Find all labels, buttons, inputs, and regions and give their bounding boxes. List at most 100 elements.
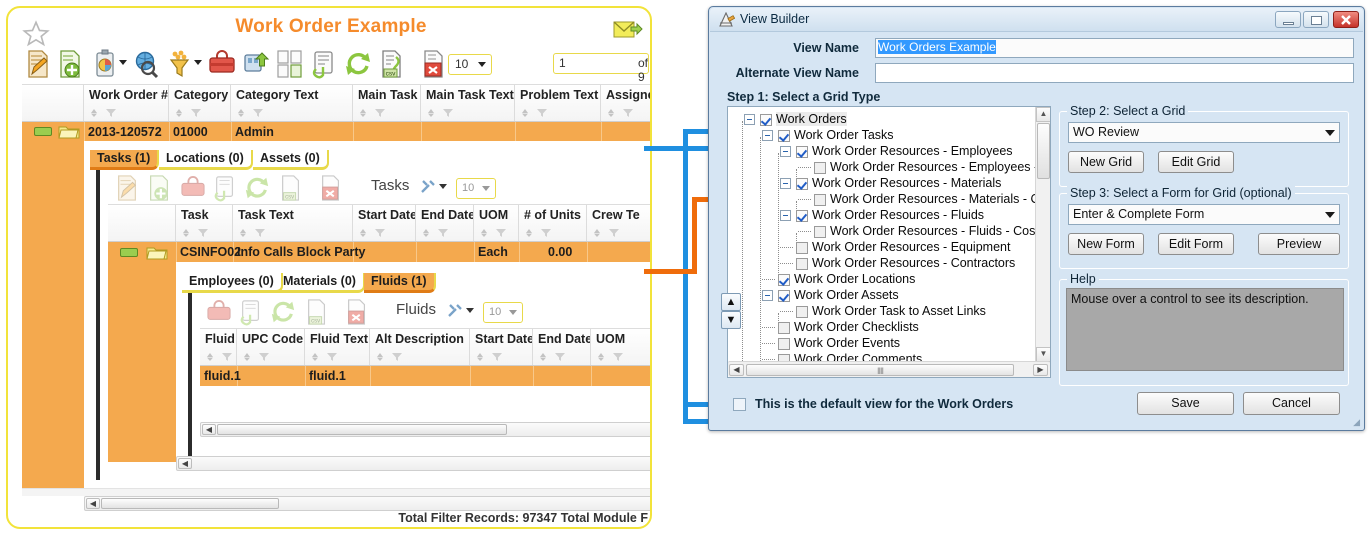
checkbox-unchecked-icon[interactable] xyxy=(814,194,826,206)
checkbox-unchecked-icon[interactable] xyxy=(796,242,808,254)
tree-hscrollbar[interactable]: ◀ IIII ▶ xyxy=(728,361,1050,377)
attachment-icon[interactable] xyxy=(238,298,264,326)
add-record-icon[interactable] xyxy=(146,174,172,202)
fluids-header-start-date[interactable]: Start Date xyxy=(470,329,533,365)
sort-filter-icon[interactable] xyxy=(475,351,509,363)
expander-minus-icon[interactable] xyxy=(744,114,755,125)
view-name-input[interactable]: Work Orders Example xyxy=(875,38,1354,58)
tasks-header-task-text[interactable]: Task Text xyxy=(233,205,353,241)
filter-icon[interactable] xyxy=(166,49,194,79)
fluids-hscrollbar[interactable]: ◀ xyxy=(200,422,650,437)
refresh-icon[interactable] xyxy=(344,49,372,79)
open-folder-icon[interactable] xyxy=(146,245,168,261)
checkbox-checked-icon[interactable] xyxy=(778,130,790,142)
scroll-left-icon[interactable]: ◀ xyxy=(178,458,192,469)
default-view-checkbox[interactable] xyxy=(733,398,746,411)
sort-filter-icon[interactable] xyxy=(524,227,558,239)
grid-tools-dropdown-arrow-icon[interactable] xyxy=(466,308,474,313)
checkbox-unchecked-icon[interactable] xyxy=(778,338,790,350)
sort-filter-icon[interactable] xyxy=(520,107,554,119)
delete-icon[interactable] xyxy=(318,174,344,202)
checkbox-unchecked-icon[interactable] xyxy=(796,258,808,270)
scroll-up-icon[interactable]: ▲ xyxy=(1036,107,1050,122)
grid-select[interactable]: WO Review xyxy=(1068,122,1340,143)
search-icon[interactable] xyxy=(132,49,160,79)
checkbox-checked-icon[interactable] xyxy=(778,290,790,302)
scroll-down-icon[interactable]: ▼ xyxy=(1036,347,1050,362)
tab-assets[interactable]: Assets (0) xyxy=(253,150,329,170)
sort-filter-icon[interactable] xyxy=(358,227,392,239)
email-export-icon[interactable] xyxy=(613,18,643,42)
tree-hscroll-thumb[interactable]: IIII xyxy=(746,364,1014,376)
delete-icon[interactable] xyxy=(420,49,448,79)
tasks-header-crew[interactable]: Crew Te xyxy=(587,205,650,241)
checkbox-unchecked-icon[interactable] xyxy=(778,322,790,334)
grid-header-work-order[interactable]: Work Order # xyxy=(84,85,169,121)
tasks-page-size-select[interactable]: 10 xyxy=(456,178,496,199)
expand-minus-icon[interactable] xyxy=(34,127,52,136)
scroll-left-icon[interactable]: ◀ xyxy=(729,364,744,376)
open-folder-icon[interactable] xyxy=(58,124,80,140)
sort-filter-icon[interactable] xyxy=(242,351,276,363)
edit-form-button[interactable]: Edit Form xyxy=(1158,233,1234,255)
sort-filter-icon[interactable] xyxy=(596,351,630,363)
page-size-arrow-icon[interactable] xyxy=(478,62,486,67)
expander-minus-icon[interactable] xyxy=(762,290,773,301)
grid-header-main-task[interactable]: Main Task xyxy=(353,85,421,121)
expander-minus-icon[interactable] xyxy=(780,146,791,157)
tasks-page-size-arrow-icon[interactable] xyxy=(482,186,490,191)
sort-filter-icon[interactable] xyxy=(181,227,215,239)
sort-filter-icon[interactable] xyxy=(238,227,272,239)
refresh-icon[interactable] xyxy=(270,298,296,326)
expand-minus-icon[interactable] xyxy=(120,248,138,257)
tab-locations[interactable]: Locations (0) xyxy=(159,150,253,170)
tab-tasks[interactable]: Tasks (1) xyxy=(90,150,160,170)
expander-minus-icon[interactable] xyxy=(780,210,791,221)
toolbox-icon[interactable] xyxy=(206,300,232,324)
sort-filter-icon[interactable] xyxy=(358,107,392,119)
cancel-button[interactable]: Cancel xyxy=(1243,392,1340,415)
fluids-header-end-date[interactable]: End Date xyxy=(533,329,591,365)
fluids-header-fluid-text[interactable]: Fluid Text xyxy=(305,329,370,365)
sort-filter-icon[interactable] xyxy=(421,227,455,239)
attachment-icon[interactable] xyxy=(310,49,338,79)
edit-grid-button[interactable]: Edit Grid xyxy=(1158,151,1234,173)
page-size-select[interactable]: 10 xyxy=(448,54,492,75)
csv-icon[interactable]: csv xyxy=(304,298,330,326)
tab-materials[interactable]: Materials (0) xyxy=(276,273,365,293)
fluids-header-alt-description[interactable]: Alt Description xyxy=(370,329,470,365)
scroll-left-icon[interactable]: ◀ xyxy=(86,498,100,509)
tasks-header-uom[interactable]: UOM xyxy=(474,205,519,241)
fluids-scroll-thumb[interactable] xyxy=(217,424,507,435)
sort-filter-icon[interactable] xyxy=(592,227,626,239)
scroll-left-icon[interactable]: ◀ xyxy=(202,424,216,435)
page-number-input[interactable]: 1 xyxy=(553,53,649,74)
new-grid-button[interactable]: New Grid xyxy=(1068,151,1144,173)
edit-record-icon[interactable] xyxy=(24,49,52,79)
chevron-down-icon[interactable] xyxy=(1325,130,1335,136)
grid-header-problem-text[interactable]: Problem Text xyxy=(515,85,601,121)
fluid-row[interactable]: fluid.1 fluid.1 xyxy=(200,366,650,386)
sort-filter-icon[interactable] xyxy=(205,351,237,363)
export-icon[interactable] xyxy=(242,49,270,79)
fluids-page-size-select[interactable]: 10 xyxy=(483,302,523,323)
report-icon[interactable] xyxy=(92,49,120,79)
grid-tools-icon[interactable] xyxy=(446,302,464,320)
filter-dropdown-arrow-icon[interactable] xyxy=(194,60,202,65)
grid-type-tree[interactable]: Work Orders Work Order Tasks Work Order … xyxy=(727,106,1051,378)
sort-filter-icon[interactable] xyxy=(310,351,344,363)
fluids-header-fluid[interactable]: Fluid xyxy=(200,329,237,365)
checkbox-checked-icon[interactable] xyxy=(796,146,808,158)
sort-filter-icon[interactable] xyxy=(174,107,208,119)
grid-tools-dropdown-arrow-icon[interactable] xyxy=(439,184,447,189)
checkbox-checked-icon[interactable] xyxy=(796,178,808,190)
sort-filter-icon[interactable] xyxy=(426,107,460,119)
move-up-button[interactable]: ▲ xyxy=(721,293,741,311)
tasks-header-end-date[interactable]: End Date xyxy=(416,205,474,241)
tab-employees[interactable]: Employees (0) xyxy=(182,273,283,293)
tasks-header-start-date[interactable]: Start Date xyxy=(353,205,416,241)
edit-record-icon[interactable] xyxy=(114,174,140,202)
toolbox-icon[interactable] xyxy=(208,49,236,79)
minimize-button[interactable] xyxy=(1275,11,1301,28)
toolbox-icon[interactable] xyxy=(180,176,206,200)
